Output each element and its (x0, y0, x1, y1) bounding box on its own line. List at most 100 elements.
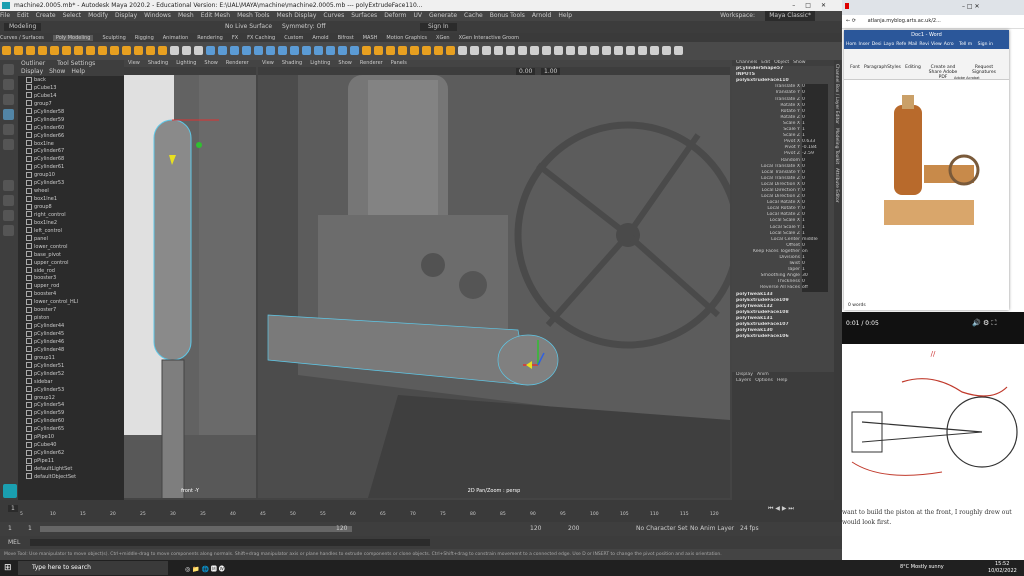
shelf-tool-icon[interactable] (614, 46, 623, 55)
channel-value[interactable]: off (802, 285, 828, 292)
outliner-item[interactable]: pPipe10 (18, 433, 124, 441)
outliner-item[interactable]: piston (18, 314, 124, 322)
ribbon-group[interactable]: Editing (904, 65, 922, 70)
shelf-tool-icon[interactable] (290, 46, 299, 55)
shelf-tool-icon[interactable] (182, 46, 191, 55)
shelf-tab[interactable]: FX Caching (247, 35, 275, 41)
anim-layer[interactable]: No Anim Layer (690, 525, 734, 532)
paint-select-icon[interactable] (3, 94, 14, 105)
shelf-tab[interactable]: Arnold (312, 35, 328, 41)
outliner-item[interactable]: pCylinder48 (18, 346, 124, 354)
outliner-item[interactable]: pCylinder66 (18, 132, 124, 140)
shelf-tab[interactable]: FX (232, 35, 238, 41)
viewport-menu-item[interactable]: View (128, 60, 140, 66)
shelf-tool-icon[interactable] (38, 46, 47, 55)
shelf-tab[interactable]: Animation (163, 35, 189, 41)
shelf-tool-icon[interactable] (410, 46, 419, 55)
outliner-item[interactable]: pCylinder45 (18, 330, 124, 338)
reload-icon[interactable]: ⟳ (852, 18, 856, 24)
shelf-tool-icon[interactable] (26, 46, 35, 55)
viewport-menu-item[interactable]: Lighting (310, 60, 330, 66)
channel-row[interactable]: Reverse All Faces off (732, 285, 834, 292)
menu-item[interactable]: Surfaces (351, 12, 377, 19)
outliner-item[interactable]: box1lne2 (18, 219, 124, 227)
layer-menu-item[interactable]: Layers (736, 378, 751, 383)
viewport-menu-item[interactable]: Show (204, 60, 218, 66)
playback-controls[interactable]: ⏮ ◀ ▶ ⏭ (768, 505, 794, 513)
shelf-tool-icon[interactable] (266, 46, 275, 55)
menu-item[interactable]: Mesh Display (277, 12, 317, 19)
history-node[interactable]: polyExtrudeFace106 (732, 334, 834, 340)
outliner-item[interactable]: sidebar (18, 378, 124, 386)
layer-tab[interactable]: Display (736, 372, 753, 377)
range-end-outer[interactable]: 200 (568, 525, 579, 532)
outliner-item[interactable]: base_pivot (18, 251, 124, 259)
shelf-tool-icon[interactable] (482, 46, 491, 55)
outliner-item[interactable]: pCylinder44 (18, 322, 124, 330)
outliner-item[interactable]: pCylinder46 (18, 338, 124, 346)
outliner-item[interactable]: upper_control (18, 259, 124, 267)
layout-single-icon[interactable] (3, 180, 14, 191)
outliner-item[interactable]: wheel (18, 187, 124, 195)
outliner-item[interactable]: pCylinder62 (18, 449, 124, 457)
tab-outliner[interactable]: Outliner (21, 60, 45, 67)
shelf-tool-icon[interactable] (590, 46, 599, 55)
viewport-menu-item[interactable]: Panels (391, 60, 407, 66)
outliner-item[interactable]: lower_control_HLI (18, 298, 124, 306)
shelf-tool-icon[interactable] (314, 46, 323, 55)
outliner-item[interactable]: pCylinder67 (18, 147, 124, 155)
viewport-menu-item[interactable]: Shading (148, 60, 168, 66)
channel-menu-item[interactable]: Channels (736, 60, 757, 65)
shelf-tool-icon[interactable] (218, 46, 227, 55)
outliner-item[interactable]: left_control (18, 227, 124, 235)
viewport-menu-item[interactable]: Shading (282, 60, 302, 66)
shelf-tool-icon[interactable] (170, 46, 179, 55)
fps-select[interactable]: 24 fps (740, 525, 759, 532)
outliner-item[interactable]: pCylinder60 (18, 124, 124, 132)
shelf-tool-icon[interactable] (494, 46, 503, 55)
video-player[interactable]: 0:01 / 0:05 🔊 ⚙ ⛶ (842, 312, 1024, 344)
live-surface[interactable]: No Live Surface (225, 23, 272, 31)
workspace-select[interactable]: Maya Classic* (765, 11, 815, 21)
outliner-item[interactable]: right_control (18, 211, 124, 219)
outliner-item[interactable]: group7 (18, 100, 124, 108)
shelf-tool-icon[interactable] (650, 46, 659, 55)
outliner-menu-item[interactable]: Help (71, 68, 85, 75)
outliner-item[interactable]: group11 (18, 354, 124, 362)
shelf-tool-icon[interactable] (674, 46, 683, 55)
shelf-tool-icon[interactable] (2, 46, 11, 55)
ribbon-group[interactable]: Font (848, 65, 862, 70)
menu-item[interactable]: UV (414, 12, 423, 19)
shelf-tab[interactable]: XGen (436, 35, 450, 41)
word-tab[interactable]: Acro (944, 42, 954, 47)
near-clip-field[interactable]: 0.00 (516, 68, 536, 75)
outliner-item[interactable]: upper_rod (18, 282, 124, 290)
url-text[interactable]: atlanja.myblog.arts.ac.uk/2... (868, 18, 941, 24)
channel-menu-item[interactable]: Edit (761, 60, 770, 65)
shelf-tool-icon[interactable] (662, 46, 671, 55)
shelf-tool-icon[interactable] (530, 46, 539, 55)
menu-item[interactable]: Select (63, 12, 82, 19)
shelf-tool-icon[interactable] (158, 46, 167, 55)
tell-me[interactable]: Tell m (959, 42, 972, 47)
side-tab[interactable]: Modeling Toolkit (834, 128, 839, 164)
shelf-tool-icon[interactable] (542, 46, 551, 55)
persp-viewport[interactable]: View Shading Lighting Show Renderer Panels 0.… (258, 60, 730, 498)
shelf-tool-icon[interactable] (626, 46, 635, 55)
taskbar-search[interactable]: Type here to search (18, 561, 168, 575)
word-tab[interactable]: Mail (908, 42, 917, 47)
shelf-tab[interactable]: MASH (363, 35, 378, 41)
shelf-tab[interactable]: Rendering (197, 35, 223, 41)
outliner-item[interactable]: pPipe11 (18, 457, 124, 465)
video-controls[interactable]: 🔊 ⚙ ⛶ (972, 319, 996, 328)
menu-item[interactable]: Bonus Tools (490, 12, 525, 19)
outliner-item[interactable]: side_rod (18, 267, 124, 275)
shelf-tool-icon[interactable] (50, 46, 59, 55)
menu-item[interactable]: Create (36, 12, 56, 19)
word-tab[interactable]: Hom (846, 42, 857, 47)
outliner-item[interactable]: booster3 (18, 274, 124, 282)
shelf-tool-icon[interactable] (554, 46, 563, 55)
menu-item[interactable]: Edit Mesh (201, 12, 230, 19)
outliner-item[interactable]: pCylinder59 (18, 409, 124, 417)
menu-item[interactable]: Curves (323, 12, 344, 19)
